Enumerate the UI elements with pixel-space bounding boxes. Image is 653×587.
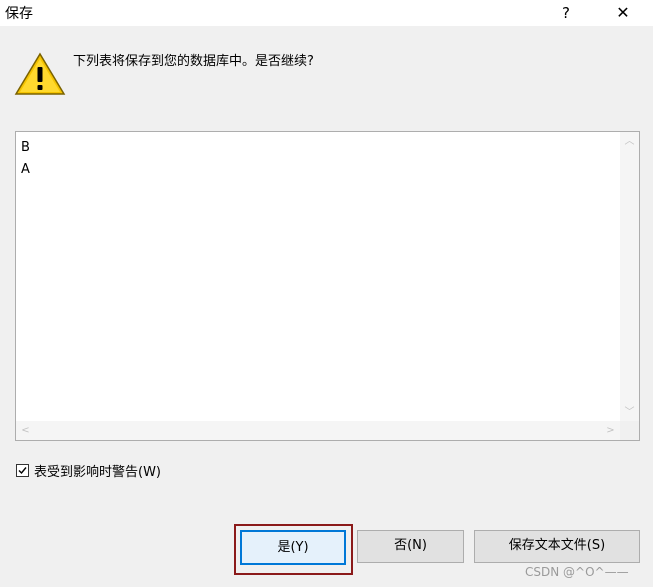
warn-checkbox[interactable] bbox=[16, 464, 29, 477]
scroll-left-icon[interactable]: < bbox=[16, 421, 35, 440]
confirmation-message: 下列表将保存到您的数据库中。是否继续? bbox=[73, 54, 314, 69]
yes-button[interactable]: 是(Y) bbox=[240, 530, 346, 565]
no-button[interactable]: 否(N) bbox=[357, 530, 464, 563]
scroll-down-icon[interactable]: ﹀ bbox=[620, 403, 639, 422]
window-title: 保存 bbox=[5, 6, 33, 22]
warning-icon bbox=[14, 52, 66, 95]
vertical-scrollbar[interactable]: ︿ ﹀ bbox=[620, 132, 639, 422]
warn-checkbox-label: 表受到影响时警告(W) bbox=[34, 465, 161, 480]
scroll-up-icon[interactable]: ︿ bbox=[620, 132, 639, 151]
watermark: CSDN @^O^—— bbox=[525, 565, 629, 579]
title-bar: 保存 ? ✕ bbox=[0, 0, 653, 26]
help-button[interactable]: ? bbox=[552, 0, 580, 26]
save-text-file-button[interactable]: 保存文本文件(S) bbox=[474, 530, 640, 563]
list-item[interactable]: A bbox=[21, 159, 30, 181]
horizontal-scrollbar[interactable]: < > bbox=[16, 421, 620, 440]
list-items: B A bbox=[21, 137, 30, 181]
close-button[interactable]: ✕ bbox=[603, 0, 643, 26]
scroll-right-icon[interactable]: > bbox=[601, 421, 620, 440]
checkmark-icon bbox=[18, 467, 27, 475]
tables-listbox[interactable]: B A ︿ ﹀ < > bbox=[15, 131, 640, 441]
save-dialog: 保存 ? ✕ 下列表将保存到您的数据库中。是否继续? B A ︿ ﹀ < > 表 bbox=[0, 0, 653, 587]
list-item[interactable]: B bbox=[21, 137, 30, 159]
scroll-corner bbox=[620, 421, 639, 440]
warn-checkbox-row[interactable]: 表受到影响时警告(W) bbox=[16, 461, 161, 480]
